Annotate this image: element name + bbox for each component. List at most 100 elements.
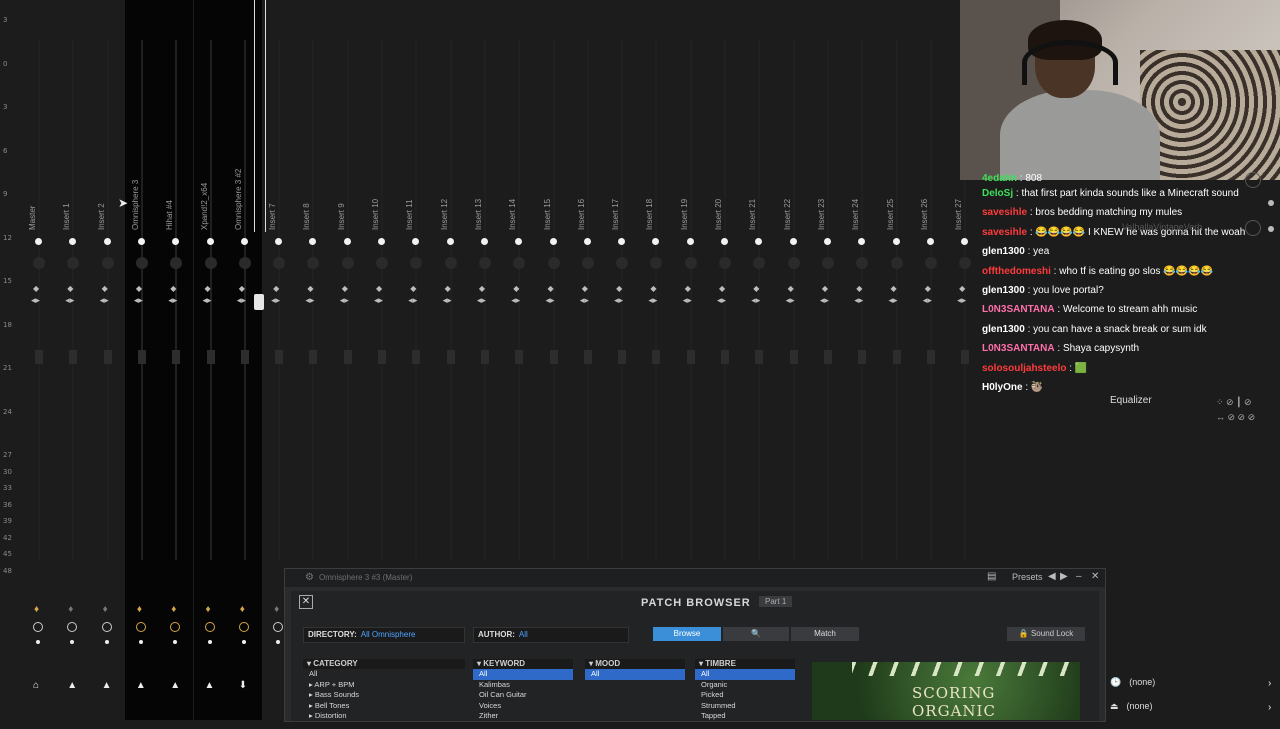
eq-control-icons[interactable]: ⁘ ⊘ ┃ ⊘ xyxy=(1216,397,1252,408)
channel-enable-dot[interactable] xyxy=(137,238,145,245)
pan-knob[interactable] xyxy=(67,257,80,269)
channel-bottom-dot[interactable] xyxy=(104,640,109,644)
fader-handle[interactable] xyxy=(926,350,935,364)
stereo-icon[interactable]: ◆ xyxy=(136,284,142,293)
knob-icon[interactable] xyxy=(1245,220,1261,236)
fader-handle[interactable] xyxy=(343,350,352,364)
stereo-icon[interactable]: ◆ xyxy=(102,284,108,293)
fader-handle[interactable] xyxy=(206,350,215,364)
stereo-icon[interactable]: ◆ xyxy=(822,284,828,293)
browser-list-item[interactable]: ▸ Bell Tones xyxy=(303,701,465,712)
stereo-split-icon[interactable]: ◂▸ xyxy=(923,295,932,306)
fader-handle[interactable] xyxy=(378,350,386,364)
stereo-icon[interactable]: ◆ xyxy=(513,284,519,293)
fader-handle[interactable] xyxy=(823,350,832,364)
route-arrow-icon[interactable]: ▲ xyxy=(67,680,77,691)
pan-knob[interactable] xyxy=(273,257,286,269)
stereo-split-icon[interactable]: ◂▸ xyxy=(477,295,486,306)
stereo-split-icon[interactable]: ◂▸ xyxy=(751,295,760,306)
stereo-split-icon[interactable]: ◂▸ xyxy=(648,295,657,306)
pan-knob[interactable] xyxy=(101,257,114,269)
channel-enable-dot[interactable] xyxy=(480,238,488,245)
browser-list-item[interactable]: All xyxy=(303,669,465,680)
stereo-icon[interactable]: ◆ xyxy=(753,284,759,293)
pan-knob[interactable] xyxy=(753,257,766,269)
browser-list-item[interactable]: Kalimbas xyxy=(473,680,573,691)
fader-handle[interactable] xyxy=(618,350,627,364)
stereo-split-icon[interactable]: ◂▸ xyxy=(305,295,314,306)
browse-tab[interactable]: Browse xyxy=(653,627,721,641)
pan-knob[interactable] xyxy=(170,257,183,269)
browser-list-item[interactable]: ▸ ARP + BPM xyxy=(303,680,465,691)
pan-knob[interactable] xyxy=(444,257,457,269)
mixer-channel[interactable]: Insert 2 ◆ ◂▸ ♦ ▲ xyxy=(91,0,125,720)
channel-enable-dot[interactable] xyxy=(343,238,351,245)
preset-next-icon[interactable]: ▶ xyxy=(1060,571,1068,582)
minimize-icon[interactable]: – xyxy=(1076,571,1082,582)
channel-enable-dot[interactable] xyxy=(240,238,248,245)
mixer-channel[interactable]: Omnisphere 3 ◆ ◂▸ ♦ ▲ xyxy=(124,0,159,720)
bulb-icon[interactable]: ♦ xyxy=(206,604,214,616)
fader-handle[interactable] xyxy=(652,350,661,364)
channel-enable-dot[interactable] xyxy=(35,238,42,245)
stereo-icon[interactable]: ◆ xyxy=(788,284,794,293)
stereo-icon[interactable]: ◆ xyxy=(856,284,862,293)
pan-knob[interactable] xyxy=(376,257,388,269)
stereo-split-icon[interactable]: ◂▸ xyxy=(168,295,177,306)
pan-knob[interactable] xyxy=(856,257,869,269)
stereo-split-icon[interactable]: ◂▸ xyxy=(683,295,692,306)
stereo-icon[interactable]: ◆ xyxy=(410,284,416,293)
channel-enable-dot[interactable] xyxy=(309,238,317,245)
bulb-icon[interactable]: ♦ xyxy=(274,604,282,616)
pan-knob[interactable] xyxy=(478,257,491,269)
channel-enable-dot[interactable] xyxy=(789,238,797,245)
bulb-icon[interactable]: ♦ xyxy=(171,604,179,616)
part-selector[interactable]: Part 1 xyxy=(759,596,793,607)
channel-enable-dot[interactable] xyxy=(618,238,626,245)
bulb-icon[interactable]: ♦ xyxy=(240,604,248,616)
pan-knob[interactable] xyxy=(890,257,903,269)
gear-icon[interactable]: ⚙ xyxy=(305,572,314,583)
column-header[interactable]: ▾ CATEGORY xyxy=(303,659,465,669)
pan-knob[interactable] xyxy=(410,257,423,269)
stereo-icon[interactable]: ◆ xyxy=(685,284,691,293)
stereo-icon[interactable]: ◆ xyxy=(445,284,451,293)
browser-list-item[interactable]: Picked xyxy=(695,690,795,701)
stereo-icon[interactable]: ◆ xyxy=(959,284,965,293)
pan-knob[interactable] xyxy=(547,257,560,269)
channel-enable-dot[interactable] xyxy=(515,238,523,245)
stereo-icon[interactable]: ◆ xyxy=(205,284,211,293)
directory-dropdown[interactable]: DIRECTORY: All Omnisphere xyxy=(303,627,465,643)
stereo-split-icon[interactable]: ◂▸ xyxy=(614,295,623,306)
fader-handle[interactable] xyxy=(549,350,558,364)
selected-fader-knob[interactable] xyxy=(254,294,264,310)
search-icon[interactable]: 🔍 xyxy=(723,627,789,641)
fader-handle[interactable] xyxy=(172,350,181,364)
slot-2[interactable]: ⏏ (none) xyxy=(1110,701,1153,712)
channel-enable-dot[interactable] xyxy=(412,238,420,245)
sound-lock-button[interactable]: 🔒 Sound Lock xyxy=(1007,627,1085,641)
channel-enable-dot[interactable] xyxy=(721,238,728,245)
stereo-split-icon[interactable]: ◂▸ xyxy=(271,295,280,306)
fader-handle[interactable] xyxy=(858,350,867,364)
channel-bottom-dot[interactable] xyxy=(138,640,143,644)
channel-enable-dot[interactable] xyxy=(378,238,385,245)
fader-handle[interactable] xyxy=(892,350,901,364)
browser-list-item[interactable]: Strummed xyxy=(695,701,795,712)
channel-enable-dot[interactable] xyxy=(858,238,866,245)
stereo-split-icon[interactable]: ◂▸ xyxy=(717,295,726,306)
stereo-split-icon[interactable]: ◂▸ xyxy=(546,295,555,306)
stereo-split-icon[interactable]: ◂▸ xyxy=(820,295,829,306)
pan-knob[interactable] xyxy=(684,257,697,269)
stereo-split-icon[interactable]: ◂▸ xyxy=(134,295,143,306)
channel-bottom-dot[interactable] xyxy=(70,640,75,644)
channel-enable-dot[interactable] xyxy=(892,238,900,245)
pan-knob[interactable] xyxy=(33,257,45,269)
timer-icon[interactable] xyxy=(273,622,284,632)
timer-icon[interactable] xyxy=(170,622,181,632)
slot-arrow-icon[interactable]: › xyxy=(1268,702,1271,713)
window-close-icon[interactable]: ✕ xyxy=(1091,571,1099,582)
pan-knob[interactable] xyxy=(238,257,251,269)
stereo-icon[interactable]: ◆ xyxy=(239,284,245,293)
stereo-icon[interactable]: ◆ xyxy=(616,284,622,293)
